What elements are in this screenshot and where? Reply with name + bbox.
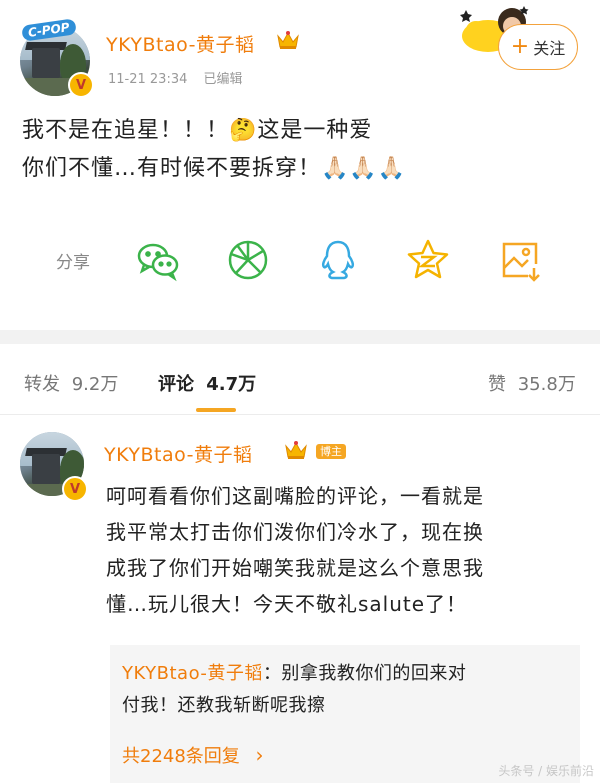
author-badge: 博主 xyxy=(316,444,346,459)
edited-label: 已编辑 xyxy=(203,72,243,87)
post-time: 11-21 23:34 xyxy=(108,72,188,87)
comment-line-2: 我平常太打击你们泼你们冷水了，现在换 xyxy=(106,520,484,544)
reply-count: 共2248条回复 xyxy=(122,746,240,767)
reply-line-1: YKYBtao-黄子韬：别拿我教你们的回来对 xyxy=(122,658,572,690)
tabs-border xyxy=(0,414,600,415)
comment-author-name[interactable]: YKYBtao-黄子韬 xyxy=(104,440,252,467)
reply-author-name[interactable]: YKYBtao-黄子韬 xyxy=(122,663,263,684)
reply-line-1-text: ：别拿我教你们的回来对 xyxy=(262,663,467,684)
reply-line-2: 付我！还教我斩断呢我擦 xyxy=(122,695,326,716)
tab-reposts-count: 9.2万 xyxy=(71,374,119,395)
verified-badge-icon: V xyxy=(68,72,94,98)
tab-likes[interactable]: 赞 35.8万 xyxy=(488,370,576,396)
share-label: 分享 xyxy=(56,253,90,273)
tab-likes-count: 35.8万 xyxy=(517,374,576,395)
follow-label: 关注 xyxy=(533,39,566,58)
follow-button[interactable]: + 关注 xyxy=(498,24,578,70)
post-line-2-text: 你们不懂…有时候不要拆穿！ xyxy=(22,156,322,181)
pray-emoji-icon: 🙏🏻🙏🏻🙏🏻 xyxy=(321,156,407,181)
tab-reposts[interactable]: 转发 9.2万 xyxy=(24,370,118,396)
active-tab-indicator xyxy=(196,408,236,412)
thinking-emoji-icon: 🤔 xyxy=(229,118,258,143)
post-line-1b-text: 这是一种爱 xyxy=(257,118,373,143)
tab-comments-count: 4.7万 xyxy=(206,374,257,395)
tab-comments[interactable]: 评论 4.7万 xyxy=(158,370,256,396)
comment-line-3: 成我了你们开始嘲笑我就是这么个意思我 xyxy=(106,556,484,580)
view-replies-link[interactable]: 共2248条回复 › xyxy=(122,742,264,768)
moments-icon[interactable] xyxy=(226,238,270,282)
comment-line-1: 呵呵看看你们这副嘴脸的评论，一看就是 xyxy=(106,484,484,508)
post-line-2: 你们不懂…有时候不要拆穿！🙏🏻🙏🏻🙏🏻 xyxy=(22,152,582,186)
comment-line-4: 懂…玩儿很大！今天不敬礼salute了！ xyxy=(106,592,468,616)
crown-icon xyxy=(276,30,300,50)
post-line-1-text: 我不是在追星！！！ xyxy=(22,118,230,143)
reply-body: YKYBtao-黄子韬：别拿我教你们的回来对 付我！还教我斩断呢我擦 xyxy=(122,658,572,722)
plus-icon: + xyxy=(510,34,530,59)
tab-comments-label: 评论 xyxy=(158,374,194,395)
qq-icon[interactable] xyxy=(316,238,360,282)
save-image-icon[interactable] xyxy=(498,238,542,282)
tab-likes-label: 赞 xyxy=(488,374,506,395)
section-divider xyxy=(0,330,600,344)
post-author-name[interactable]: YKYBtao-黄子韬 xyxy=(106,30,254,57)
post-line-1: 我不是在追星！！！🤔这是一种爱 xyxy=(22,114,582,148)
comment-verified-badge-icon: V xyxy=(62,476,88,502)
qzone-icon[interactable] xyxy=(406,238,450,282)
chevron-right-icon: › xyxy=(255,743,264,767)
tab-reposts-label: 转发 xyxy=(24,374,60,395)
comment-body: 呵呵看看你们这副嘴脸的评论，一看就是 我平常太打击你们泼你们冷水了，现在换 成我… xyxy=(106,478,586,622)
watermark: 头条号 / 娱乐前沿 xyxy=(498,764,594,778)
post-body: 我不是在追星！！！🤔这是一种爱 你们不懂…有时候不要拆穿！🙏🏻🙏🏻🙏🏻 xyxy=(22,114,582,186)
comment-crown-icon xyxy=(284,440,308,460)
wechat-icon[interactable] xyxy=(136,238,180,282)
